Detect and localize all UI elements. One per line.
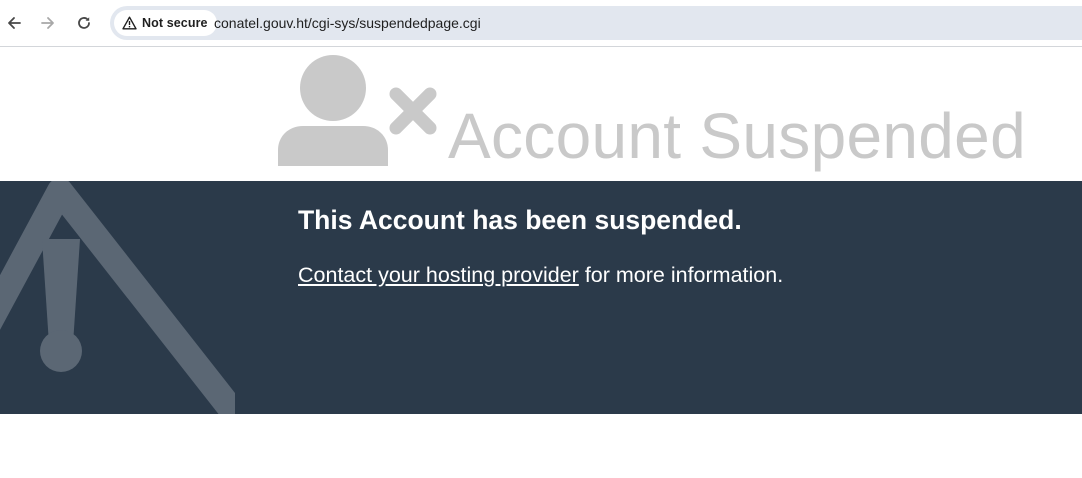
browser-toolbar: Not secure conatel.gouv.ht/cgi-sys/suspe… [0, 0, 1082, 47]
x-icon [389, 87, 437, 135]
security-label: Not secure [142, 16, 208, 30]
back-button[interactable] [0, 9, 28, 37]
contact-trailing-text: for more information. [578, 263, 784, 287]
reload-icon [78, 17, 90, 29]
forward-button[interactable] [34, 9, 62, 37]
url-text[interactable]: conatel.gouv.ht/cgi-sys/suspendedpage.cg… [214, 15, 481, 31]
suspension-notice: This Account has been suspended. Contact… [0, 181, 1082, 414]
forward-arrow-icon [41, 17, 54, 29]
back-arrow-icon [8, 17, 21, 29]
suspension-heading: This Account has been suspended. [298, 205, 742, 235]
security-indicator[interactable]: Not secure [114, 10, 217, 36]
page-title: Account Suspended [448, 100, 1026, 172]
warning-icon [0, 181, 235, 414]
reload-button[interactable] [70, 9, 98, 37]
contact-link[interactable]: Contact your hosting provider [298, 263, 579, 287]
contact-text: Contact your hosting provider for more i… [298, 263, 783, 288]
warning-triangle-icon [122, 16, 137, 30]
user-icon [278, 55, 388, 166]
address-bar[interactable]: Not secure conatel.gouv.ht/cgi-sys/suspe… [110, 6, 1082, 40]
